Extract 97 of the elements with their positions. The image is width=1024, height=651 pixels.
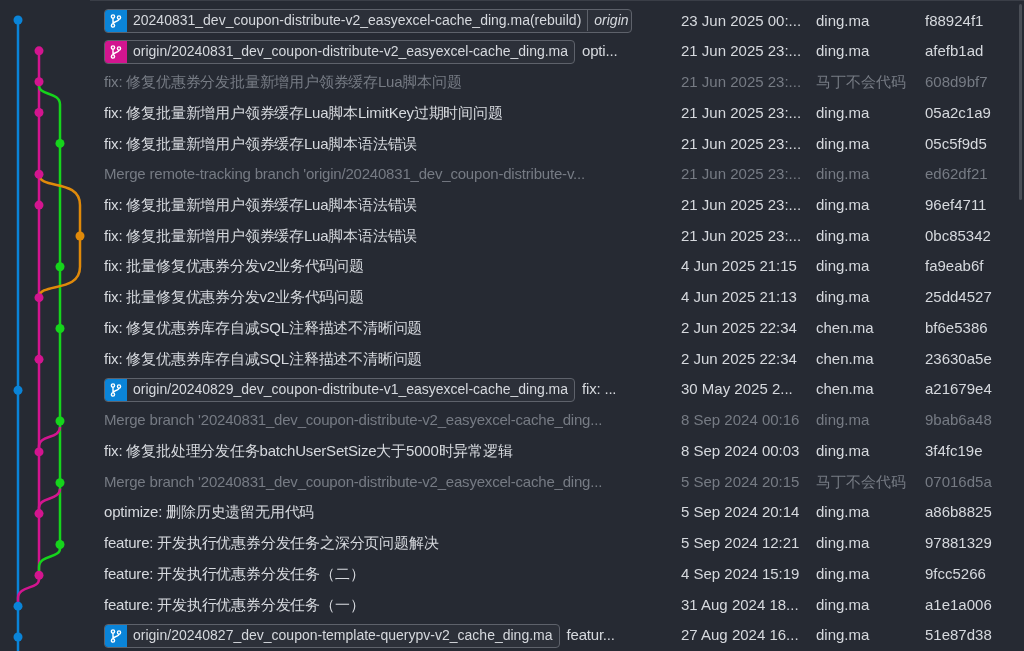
commit-message: Merge branch '20240831_dev_coupon-distribute-v2_easyexcel-cache_ding... (104, 410, 603, 431)
commit-message: fix: 修复批量新增用户领券缓存Lua脚本LimitKey过期时间问题 (104, 102, 503, 123)
commit-date: 21 Jun 2025 23:... (680, 225, 803, 246)
commit-hash: 97881329 (925, 533, 992, 554)
commit-date: 2 Jun 2025 22:34 (680, 348, 798, 369)
commit-message: fix: 修复优惠券库存自减SQL注释描述不清晰问题 (104, 348, 423, 369)
commit-hash: 25dd4527 (925, 287, 992, 308)
commit-hash: 07016d5a (925, 471, 992, 492)
branch-icon (110, 628, 122, 643)
branch-badge[interactable]: origin/20240829_dev_coupon-distribute-v1_easyexcel-cache_ding.ma (104, 377, 576, 402)
commit-date: 4 Jun 2025 21:15 (680, 256, 798, 277)
commit-author: ding.ma (816, 256, 871, 277)
commit-hash: 3f4fc19e (925, 440, 983, 461)
commit-message: feature: 开发执行优惠券分发任务（二） (104, 563, 365, 584)
scrollbar[interactable] (1019, 4, 1022, 200)
commit-hash: 51e87d38 (925, 625, 992, 646)
commit-date: 2 Jun 2025 22:34 (680, 317, 798, 338)
commit-hash: 05c5f9d5 (925, 133, 987, 154)
commit-date: 21 Jun 2025 23:... (680, 102, 803, 123)
commit-message: optimize: 删除历史遗留无用代码 (104, 502, 315, 523)
commit-hash: fa9eab6f (925, 256, 984, 277)
commit-hash: 608d9bf7 (925, 72, 988, 93)
commit-date: 8 Sep 2024 00:03 (680, 440, 801, 461)
commit-hash: a1e1a006 (925, 594, 992, 615)
commit-author: ding.ma (816, 102, 871, 123)
commit-date: 27 Aug 2024 16... (680, 625, 800, 646)
commit-hash: a21679e4 (925, 379, 992, 400)
commit-message: fix: ... (582, 379, 617, 400)
commit-hash: a86b8825 (925, 502, 992, 523)
commit-message: fix: 修复批处理分发任务batchUserSetSize大于5000时异常逻辑 (104, 440, 513, 461)
commit-message: fix: 批量修复优惠券分发v2业务代码问题 (104, 287, 364, 308)
commit-date: 21 Jun 2025 23:... (680, 133, 803, 154)
commit-author: ding.ma (816, 533, 871, 554)
commit-message: fix: 修复批量新增用户领券缓存Lua脚本语法错误 (104, 195, 418, 215)
commit-author: ding.ma (816, 287, 871, 308)
commit-hash: 9bab6a48 (925, 410, 992, 431)
commit-date: 21 Jun 2025 23:... (680, 41, 803, 62)
commit-author: ding.ma (816, 625, 871, 646)
commit-message: Merge branch '20240831_dev_coupon-distribute-v2_easyexcel-cache_ding... (104, 471, 603, 492)
commit-message: fix: 修复批量新增用户领券缓存Lua脚本语法错误 (104, 225, 418, 246)
commit-message: featur... (566, 625, 615, 646)
commit-message: fix: 批量修复优惠券分发v2业务代码问题 (104, 256, 364, 277)
commit-date: 8 Sep 2024 00:16 (680, 410, 801, 431)
commit-author: chen.ma (816, 379, 875, 400)
commit-date: 30 May 2025 2... (680, 379, 794, 400)
branch-icon (110, 44, 122, 59)
commit-hash: afefb1ad (925, 41, 984, 62)
remote-name: origin (587, 10, 631, 32)
commit-hash: 23630a5e (925, 348, 992, 369)
commit-message: fix: 修复批量新增用户领券缓存Lua脚本语法错误 (104, 133, 418, 154)
branch-name: origin/20240831_dev_coupon-distribute-v2_easyexcel-cache_ding.ma (132, 42, 570, 62)
branch-icon (110, 382, 122, 397)
commit-author: ding.ma (816, 195, 871, 215)
commit-hash: 96ef4711 (925, 195, 987, 215)
commit-author: 马丁不会代码 (816, 471, 907, 492)
commit-author: ding.ma (816, 10, 871, 31)
branch-badge[interactable]: origin/20240831_dev_coupon-distribute-v2_easyexcel-cache_ding.ma (104, 39, 576, 64)
commit-date: 4 Jun 2025 21:13 (680, 287, 798, 308)
commit-author: ding.ma (816, 41, 871, 62)
commit-message: feature: 开发执行优惠券分发任务（一） (104, 594, 365, 615)
commit-date: 21 Jun 2025 23:... (680, 164, 803, 185)
commit-hash: ed62df21 (925, 164, 988, 185)
commit-date: 5 Sep 2024 20:14 (680, 502, 801, 523)
branch-name: origin/20240827_dev_coupon-template-querypv-v2_cache_ding.ma (132, 626, 554, 646)
commit-date: 4 Sep 2024 15:19 (680, 563, 801, 584)
commit-message: opti... (582, 41, 618, 62)
commit-author: ding.ma (816, 563, 871, 584)
commit-author: ding.ma (816, 225, 871, 246)
commit-author: ding.ma (816, 502, 871, 523)
commit-message: Merge remote-tracking branch 'origin/20240831_dev_coupon-distribute-v... (104, 164, 585, 185)
commit-hash: 05a2c1a9 (925, 102, 991, 123)
commit-date: 5 Sep 2024 20:15 (680, 471, 801, 492)
commit-message: fix: 修复优惠券分发批量新增用户领券缓存Lua脚本问题 (104, 72, 462, 93)
commit-author: 马丁不会代码 (816, 72, 907, 93)
commit-date: 21 Jun 2025 23:... (680, 195, 803, 215)
commit-author: ding.ma (816, 164, 871, 185)
commit-author: ding.ma (816, 410, 871, 431)
commit-author: ding.ma (816, 594, 871, 615)
commit-date: 31 Aug 2024 18... (680, 594, 800, 615)
commit-author: ding.ma (816, 440, 871, 461)
branch-name: 20240831_dev_coupon-distribute-v2_easyexcel-cache_ding.ma(rebuild) (132, 11, 583, 31)
commit-hash: 9fcc5266 (925, 563, 986, 584)
branch-badge[interactable]: origin/20240827_dev_coupon-template-querypv-v2_cache_ding.ma (104, 623, 560, 648)
commit-author: chen.ma (816, 348, 875, 369)
commit-date: 5 Sep 2024 12:21 (680, 533, 801, 554)
commit-hash: bf6e5386 (925, 317, 988, 338)
commit-date: 23 Jun 2025 00:... (680, 10, 803, 31)
branch-name: origin/20240829_dev_coupon-distribute-v1_easyexcel-cache_ding.ma (132, 380, 570, 400)
branch-icon (110, 13, 122, 28)
commit-author: chen.ma (816, 317, 875, 338)
commit-message: feature: 开发执行优惠券分发任务之深分页问题解决 (104, 533, 439, 554)
commit-date: 21 Jun 2025 23:... (680, 72, 803, 93)
commit-author: ding.ma (816, 133, 871, 154)
commit-message: fix: 修复优惠券库存自减SQL注释描述不清晰问题 (104, 317, 423, 338)
commit-hash: 0bc85342 (925, 225, 991, 246)
commit-hash: f88924f1 (925, 10, 984, 31)
branch-badge[interactable]: 20240831_dev_coupon-distribute-v2_easyexcel-cache_ding.ma(rebuild) origin (104, 8, 632, 33)
